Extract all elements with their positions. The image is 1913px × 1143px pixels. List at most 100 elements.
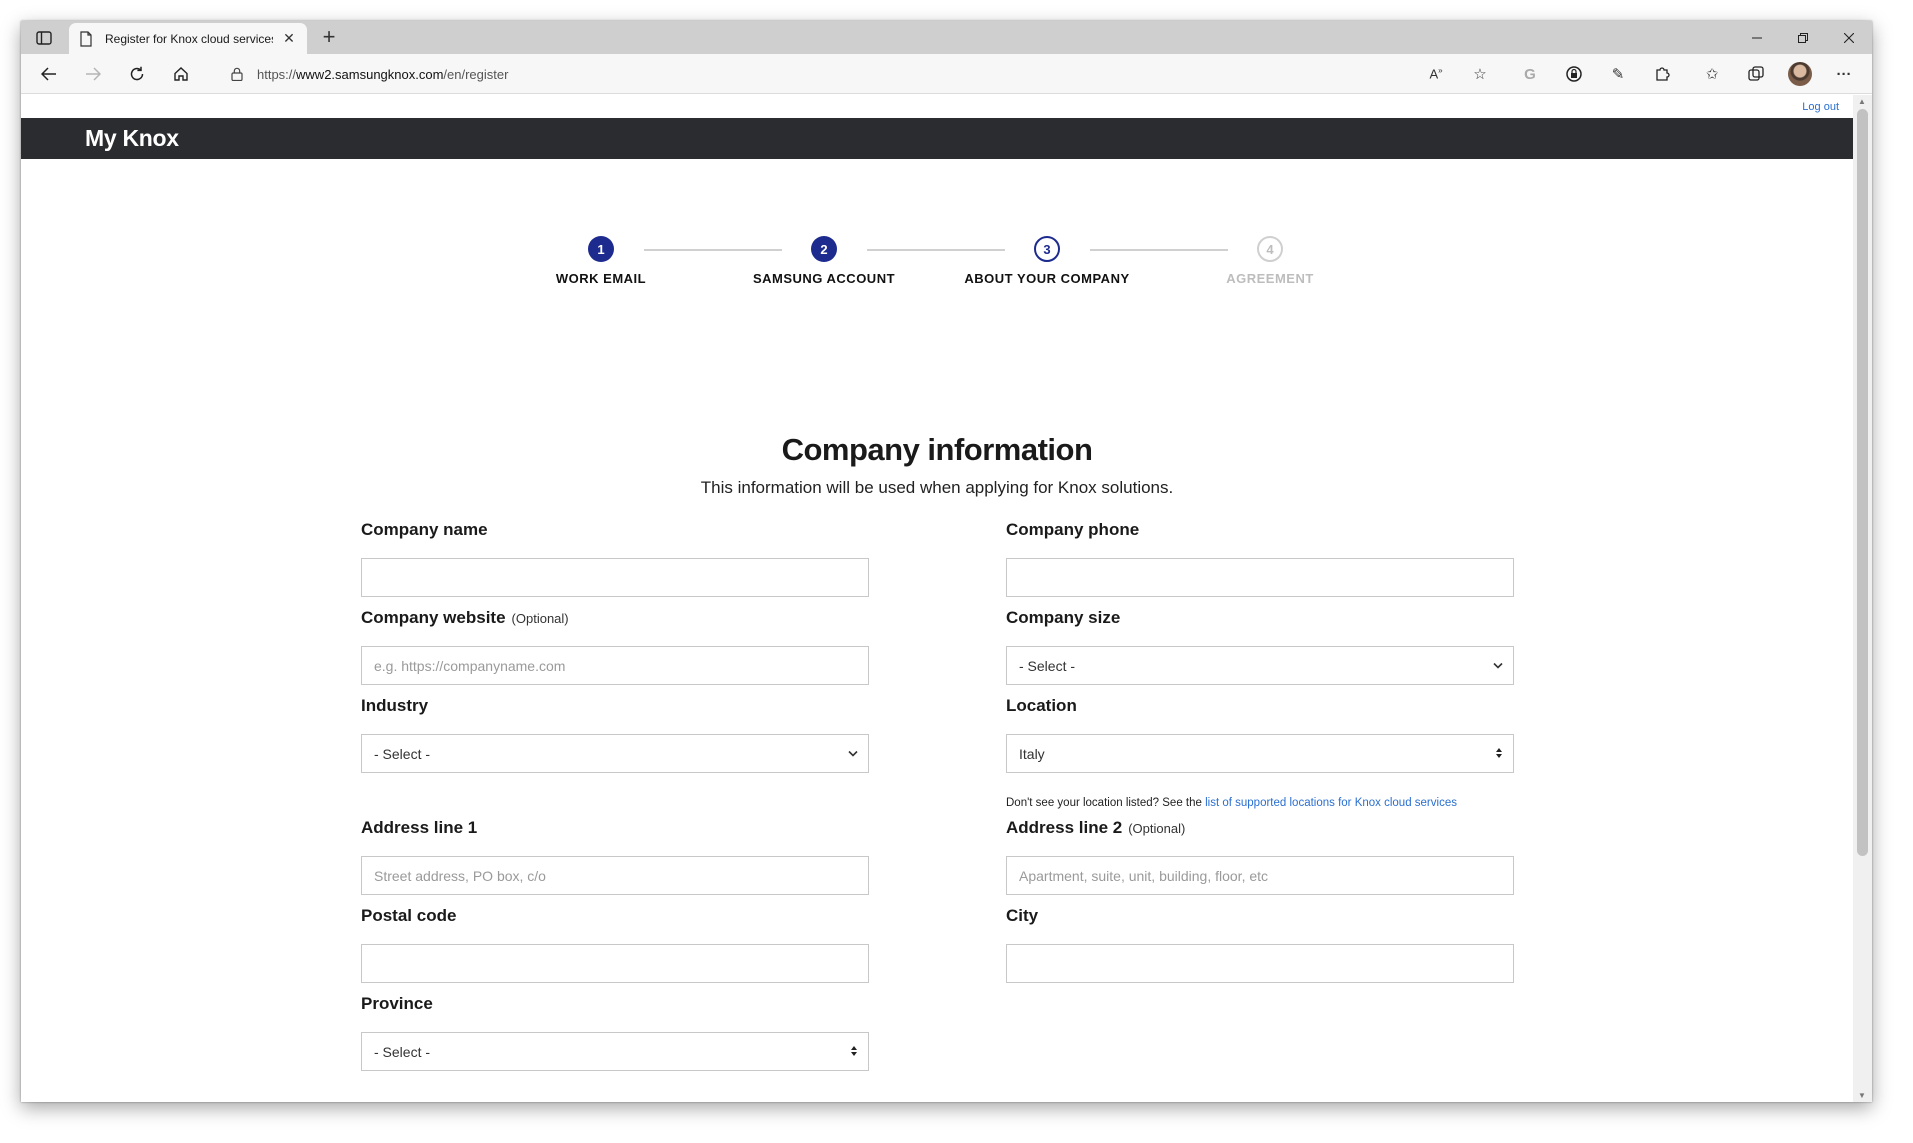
- step-label: AGREEMENT: [1226, 271, 1314, 286]
- home-icon: [174, 67, 188, 81]
- field-label: Company name: [361, 520, 488, 539]
- field-label: Address line 2 (Optional): [1006, 818, 1186, 837]
- forward-button[interactable]: [79, 60, 107, 88]
- ellipsis-icon: ···: [1836, 65, 1852, 83]
- province-select[interactable]: - Select -: [361, 1032, 869, 1071]
- profile-button[interactable]: [1786, 60, 1814, 88]
- minimize-button[interactable]: [1734, 21, 1780, 54]
- tab-close-icon[interactable]: ✕: [281, 30, 297, 47]
- updown-arrows-icon: [851, 1046, 857, 1056]
- company-name-input[interactable]: [361, 558, 869, 597]
- step-label: SAMSUNG ACCOUNT: [752, 271, 896, 286]
- step-about-company: 3 ABOUT YOUR COMPANY: [957, 236, 1137, 286]
- tab-actions-button[interactable]: [31, 25, 57, 51]
- location-field: Location Italy: [1006, 696, 1514, 773]
- chevron-down-icon: [848, 750, 858, 757]
- select-value: - Select -: [374, 745, 431, 762]
- lock-icon[interactable]: [231, 67, 243, 81]
- industry-select[interactable]: - Select -: [361, 734, 869, 773]
- page-scrollbar[interactable]: ▲ ▼: [1853, 95, 1872, 1102]
- page-icon: [80, 30, 92, 47]
- tab-strip: Register for Knox cloud services ✕ +: [21, 21, 1872, 54]
- new-tab-button[interactable]: +: [317, 26, 341, 50]
- city-input[interactable]: [1006, 944, 1514, 983]
- restore-icon: [1798, 32, 1808, 43]
- eyedropper-icon: ✎: [1611, 66, 1625, 83]
- address-line-1-input[interactable]: Street address, PO box, c/o: [361, 856, 869, 895]
- my-knox-logo[interactable]: My Knox: [85, 125, 179, 152]
- scroll-up-arrow-icon[interactable]: ▲: [1858, 97, 1866, 106]
- address-line-2-input[interactable]: Apartment, suite, unit, building, floor,…: [1006, 856, 1514, 895]
- address-line-2-field: Address line 2 (Optional) Apartment, suit…: [1006, 818, 1514, 895]
- postal-code-input[interactable]: [361, 944, 869, 983]
- field-label: Postal code: [361, 906, 457, 925]
- tab-actions-icon: [36, 31, 52, 45]
- extension-g-button[interactable]: G: [1516, 60, 1544, 88]
- updown-arrows-icon: [1496, 748, 1502, 758]
- google-extension-icon: G: [1524, 65, 1536, 83]
- postal-code-field: Postal code: [361, 906, 869, 983]
- field-label: Company phone: [1006, 520, 1140, 539]
- home-button[interactable]: [167, 60, 195, 88]
- refresh-icon: [130, 66, 144, 81]
- logout-link[interactable]: Log out: [1802, 101, 1839, 113]
- read-aloud-button[interactable]: A»: [1422, 60, 1450, 88]
- company-phone-field: Company phone: [1006, 520, 1514, 597]
- url-text[interactable]: https://www2.samsungknox.com/en/register: [257, 67, 508, 82]
- company-name-field: Company name: [361, 520, 869, 597]
- placeholder-text: e.g. https://companyname.com: [374, 657, 566, 674]
- star-add-icon: ☆: [1473, 66, 1487, 83]
- field-label: Address line 1: [361, 818, 478, 837]
- add-favorite-button[interactable]: ☆: [1466, 60, 1494, 88]
- step-work-email: 1 WORK EMAIL: [511, 236, 691, 286]
- collections-button[interactable]: [1742, 60, 1770, 88]
- favorites-button[interactable]: ✩: [1698, 60, 1726, 88]
- minimize-icon: [1752, 37, 1762, 38]
- location-select[interactable]: Italy: [1006, 734, 1514, 773]
- company-website-field: Company website (Optional) e.g. https://c…: [361, 608, 869, 685]
- extension-picker-button[interactable]: ✎: [1604, 60, 1632, 88]
- select-value: - Select -: [374, 1043, 431, 1060]
- city-field: City: [1006, 906, 1514, 983]
- optional-tag: (Optional): [511, 611, 569, 626]
- refresh-button[interactable]: [123, 60, 151, 88]
- password-manager-icon: [1566, 66, 1582, 82]
- avatar: [1788, 62, 1812, 86]
- field-label: Location: [1006, 696, 1077, 715]
- forward-arrow-icon: [86, 67, 101, 81]
- province-field: Province - Select -: [361, 994, 869, 1071]
- registration-stepper: 1 WORK EMAIL 2 SAMSUNG ACCOUNT 3 ABOUT Y…: [21, 236, 1853, 296]
- more-menu-button[interactable]: ···: [1830, 60, 1858, 88]
- extension-password-button[interactable]: [1560, 60, 1588, 88]
- site-header: My Knox: [21, 118, 1853, 159]
- extensions-button[interactable]: [1648, 60, 1676, 88]
- favorites-icon: ✩: [1705, 66, 1719, 83]
- page-viewport: Log out My Knox 1 WORK EMAIL 2 SAMSUNG A…: [21, 95, 1853, 1102]
- hint-text: Don't see your location listed? See the: [1006, 797, 1202, 809]
- page-title: Company information: [781, 432, 1093, 467]
- browser-tab[interactable]: Register for Knox cloud services ✕: [69, 23, 307, 54]
- close-window-button[interactable]: [1826, 21, 1872, 54]
- industry-field: Industry - Select -: [361, 696, 869, 773]
- page-subtitle: This information will be used when apply…: [700, 478, 1174, 497]
- step-number: 4: [1257, 236, 1283, 262]
- step-samsung-account: 2 SAMSUNG ACCOUNT: [734, 236, 914, 286]
- placeholder-text: Street address, PO box, c/o: [374, 867, 546, 884]
- placeholder-text: Apartment, suite, unit, building, floor,…: [1019, 867, 1269, 884]
- scroll-thumb[interactable]: [1857, 109, 1868, 856]
- scroll-down-arrow-icon[interactable]: ▼: [1858, 1091, 1866, 1100]
- step-label: WORK EMAIL: [555, 271, 647, 286]
- puzzle-icon: [1656, 67, 1670, 81]
- company-phone-input[interactable]: [1006, 558, 1514, 597]
- window-controls: [1734, 21, 1872, 54]
- company-website-input[interactable]: e.g. https://companyname.com: [361, 646, 869, 685]
- field-label: City: [1006, 906, 1039, 925]
- company-size-select[interactable]: - Select -: [1006, 646, 1514, 685]
- supported-locations-link[interactable]: list of supported locations for Knox clo…: [1205, 797, 1457, 809]
- address-bar[interactable]: https://www2.samsungknox.com/en/register: [211, 59, 1501, 89]
- restore-button[interactable]: [1780, 21, 1826, 54]
- back-button[interactable]: [35, 60, 63, 88]
- step-number: 1: [588, 236, 614, 262]
- field-label: Company size: [1006, 608, 1121, 627]
- optional-tag: (Optional): [1128, 821, 1186, 836]
